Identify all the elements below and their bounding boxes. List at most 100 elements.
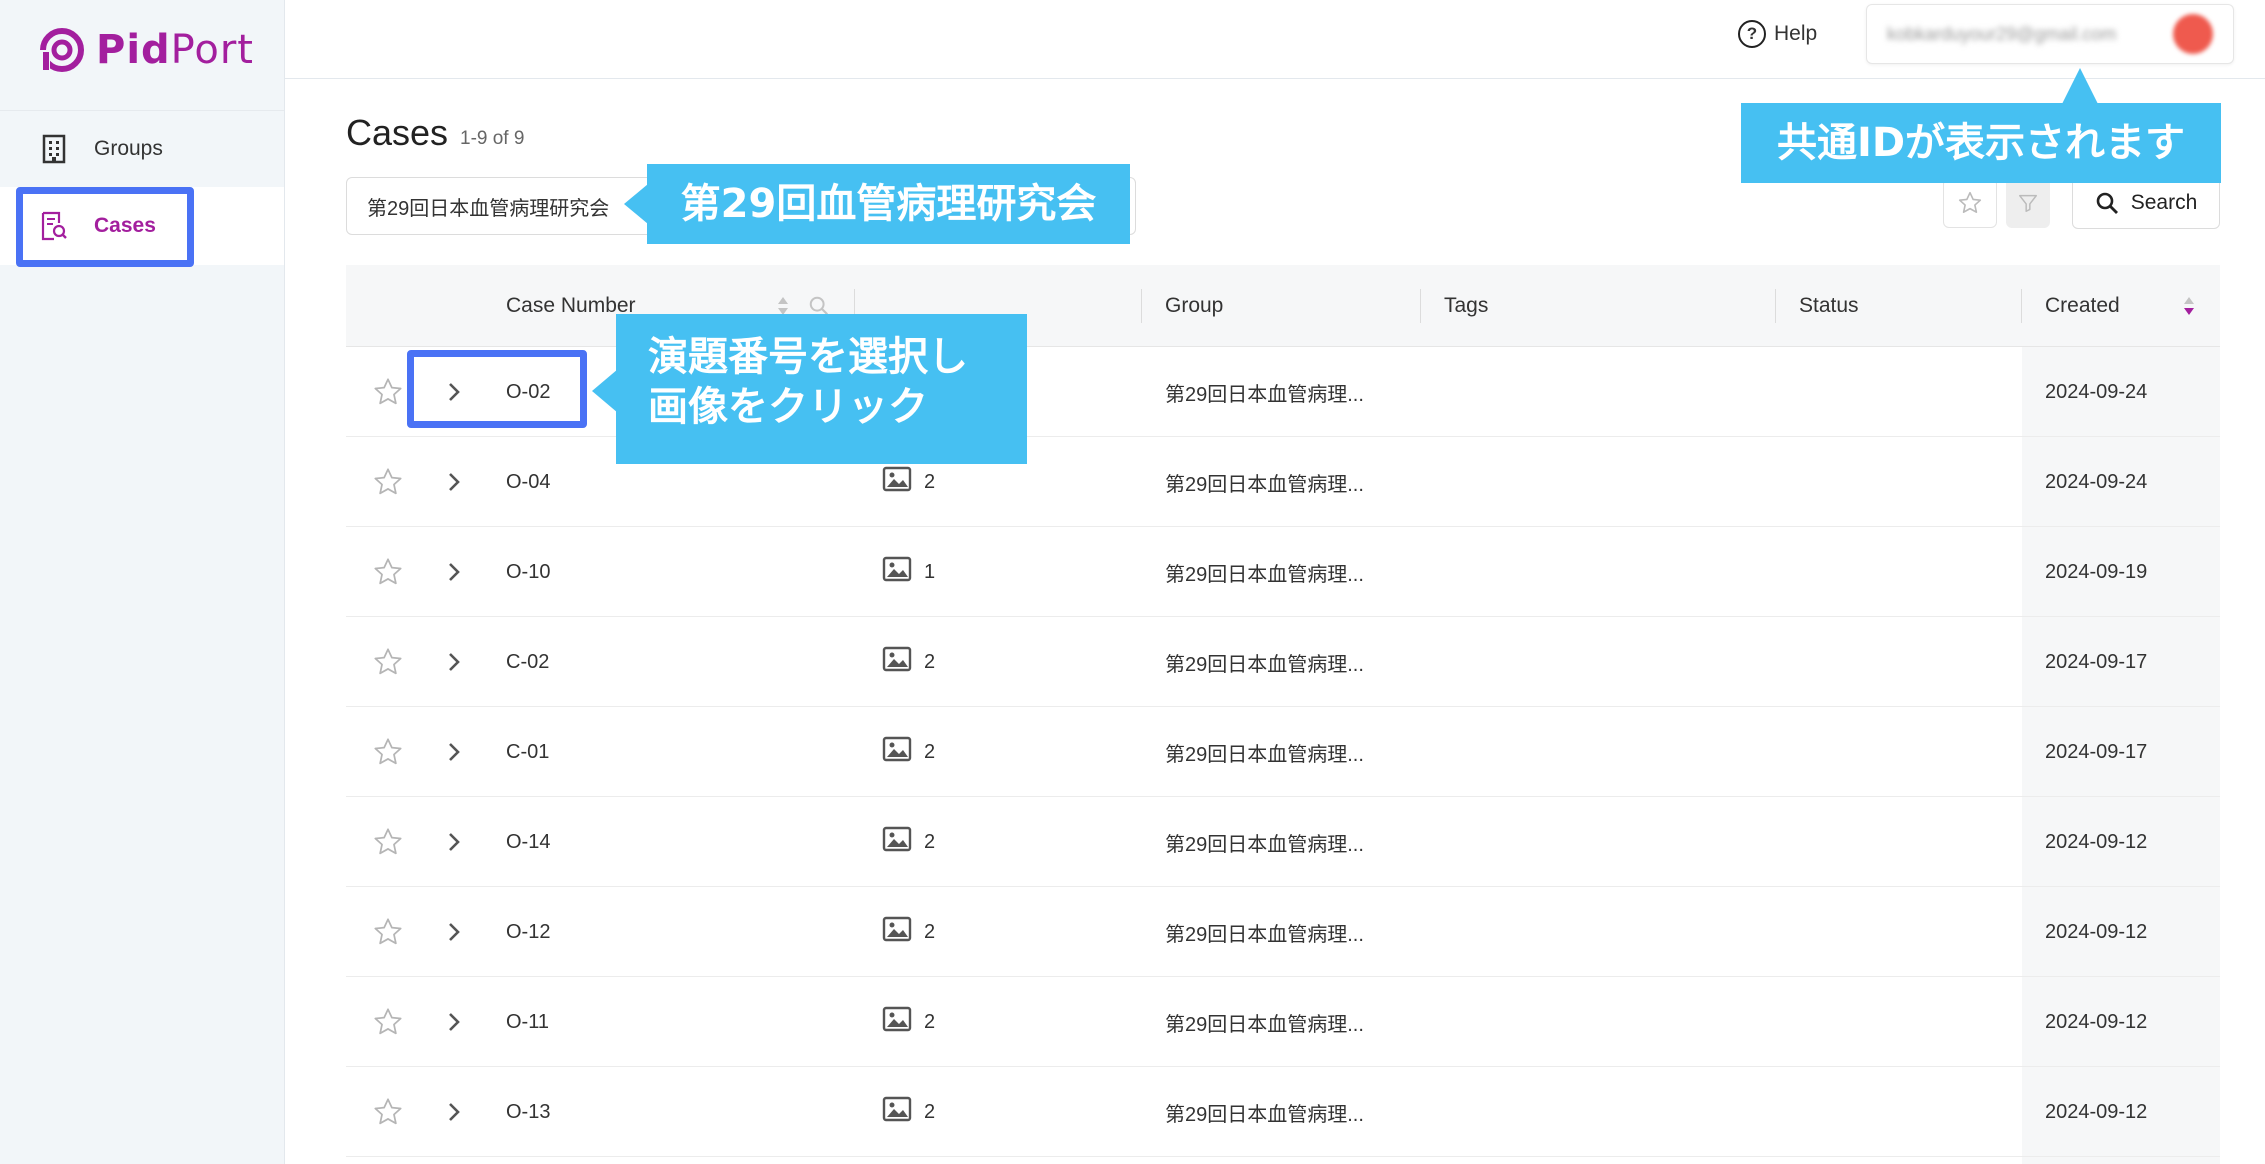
image-count-value: 2 [924, 1100, 936, 1123]
favorite-star-icon[interactable] [372, 887, 404, 977]
image-count[interactable]: 1 [882, 527, 935, 617]
image-count-value: 2 [924, 740, 936, 763]
header-created[interactable]: Created [2045, 265, 2120, 347]
created-date: 2024-09-19 [2045, 560, 2148, 583]
column-divider [1141, 289, 1142, 323]
created-date: 2024-09-17 [2045, 740, 2148, 763]
table-body: O-02 第29回日本血管病理... 2024-09-24 O-04 2 第29回日本血管… [346, 347, 2220, 1157]
logo[interactable]: PidPort [38, 24, 254, 76]
sort-desc-icon[interactable] [2182, 265, 2196, 347]
search-button[interactable]: Search [2072, 177, 2220, 229]
image-count[interactable]: 2 [882, 977, 935, 1067]
favorite-star-icon[interactable] [372, 1067, 404, 1157]
favorite-star-icon[interactable] [372, 527, 404, 617]
table-row[interactable]: O-13 2 第29回日本血管病理... 2024-09-12 [346, 1067, 2220, 1157]
select-callout: 演題番号を選択し 画像をクリック [616, 314, 1027, 464]
favorite-star-icon[interactable] [372, 437, 404, 527]
created-date: 2024-09-12 [2045, 1100, 2148, 1123]
table-row[interactable]: O-11 2 第29回日本血管病理... 2024-09-12 [346, 977, 2220, 1067]
favorite-star-icon[interactable] [372, 707, 404, 797]
image-icon [882, 1096, 912, 1128]
image-count[interactable]: 2 [882, 1067, 935, 1157]
help-icon: ? [1738, 20, 1766, 48]
sidebar-item-label: Groups [94, 137, 163, 160]
expand-chevron-icon[interactable] [446, 1067, 462, 1157]
group-filter-value: 第29回日本血管病理研究会 [367, 197, 610, 220]
table-row[interactable]: C-02 2 第29回日本血管病理... 2024-09-17 [346, 617, 2220, 707]
group-name: 第29回日本血管病理... [1165, 473, 1364, 496]
expand-chevron-icon[interactable] [446, 617, 462, 707]
case-number[interactable]: O-04 [506, 437, 550, 527]
table-row[interactable]: O-14 2 第29回日本血管病理... 2024-09-12 [346, 797, 2220, 887]
image-icon [882, 826, 912, 858]
group-name: 第29回日本血管病理... [1165, 743, 1364, 766]
favorite-filter-button[interactable] [1943, 178, 1997, 228]
id-callout: 共通IDが表示されます [1741, 103, 2221, 183]
cases-highlight-box [16, 187, 194, 267]
header-group[interactable]: Group [1165, 265, 1223, 347]
column-divider [1775, 289, 1776, 323]
favorite-star-icon[interactable] [372, 797, 404, 887]
case-number[interactable]: O-14 [506, 797, 550, 887]
group-name: 第29回日本血管病理... [1165, 1103, 1364, 1126]
expand-chevron-icon[interactable] [446, 797, 462, 887]
table-row[interactable]: O-10 1 第29回日本血管病理... 2024-09-19 [346, 527, 2220, 617]
image-count-value: 2 [924, 1010, 936, 1033]
created-date: 2024-09-12 [2045, 920, 2148, 943]
image-count-value: 2 [924, 830, 936, 853]
header-tags[interactable]: Tags [1444, 265, 1488, 347]
image-count-value: 2 [924, 470, 936, 493]
image-count-value: 2 [924, 920, 936, 943]
account-email: kobkarduyour29@gmail.com [1887, 23, 2117, 44]
image-count-value: 2 [924, 650, 936, 673]
group-name: 第29回日本血管病理... [1165, 833, 1364, 856]
group-callout: 第29回血管病理研究会 [647, 164, 1130, 244]
created-date: 2024-09-24 [2045, 380, 2148, 403]
page-title: Cases [346, 112, 449, 153]
expand-chevron-icon[interactable] [446, 527, 462, 617]
avatar [2173, 14, 2213, 54]
case-number[interactable]: O-12 [506, 887, 550, 977]
help-link[interactable]: ? Help [1738, 18, 1817, 50]
header-status[interactable]: Status [1799, 265, 1859, 347]
expand-chevron-icon[interactable] [446, 977, 462, 1067]
image-count[interactable]: 2 [882, 797, 935, 887]
result-count: 1-9 of 9 [460, 128, 525, 149]
group-name: 第29回日本血管病理... [1165, 563, 1364, 586]
sidebar-item-groups[interactable]: Groups [0, 110, 284, 188]
logo-text: PidPort [96, 27, 254, 73]
created-date: 2024-09-17 [2045, 650, 2148, 673]
case-number[interactable]: O-10 [506, 527, 550, 617]
expand-chevron-icon[interactable] [446, 707, 462, 797]
case-number[interactable]: C-02 [506, 617, 549, 707]
image-count[interactable]: 2 [882, 887, 935, 977]
table-row[interactable]: C-01 2 第29回日本血管病理... 2024-09-17 [346, 707, 2220, 797]
image-count[interactable]: 2 [882, 617, 935, 707]
image-icon [882, 1006, 912, 1038]
favorite-star-icon[interactable] [372, 977, 404, 1067]
sidebar: PidPort Groups Cases [0, 0, 285, 1164]
image-icon [882, 736, 912, 768]
image-count[interactable]: 2 [882, 707, 935, 797]
expand-chevron-icon[interactable] [446, 437, 462, 527]
case-number[interactable]: O-11 [506, 977, 549, 1067]
image-icon [882, 466, 912, 498]
image-icon [882, 646, 912, 678]
table-row[interactable]: O-12 2 第29回日本血管病理... 2024-09-12 [346, 887, 2220, 977]
search-label: Search [2130, 191, 2198, 214]
building-icon [40, 134, 68, 164]
group-name: 第29回日本血管病理... [1165, 1013, 1364, 1036]
case-number[interactable]: C-01 [506, 707, 549, 797]
group-callout-pointer [624, 184, 648, 224]
star-outline-icon [1958, 191, 1982, 214]
favorite-star-icon[interactable] [372, 347, 404, 437]
favorite-star-icon[interactable] [372, 617, 404, 707]
expand-chevron-icon[interactable] [446, 887, 462, 977]
account-menu[interactable]: kobkarduyour29@gmail.com [1866, 4, 2234, 64]
help-label: Help [1774, 22, 1818, 45]
image-icon [882, 556, 912, 588]
column-divider [1420, 289, 1421, 323]
case-number[interactable]: O-13 [506, 1067, 550, 1157]
column-divider [2021, 289, 2022, 323]
filter-toggle-button[interactable] [2006, 178, 2050, 228]
